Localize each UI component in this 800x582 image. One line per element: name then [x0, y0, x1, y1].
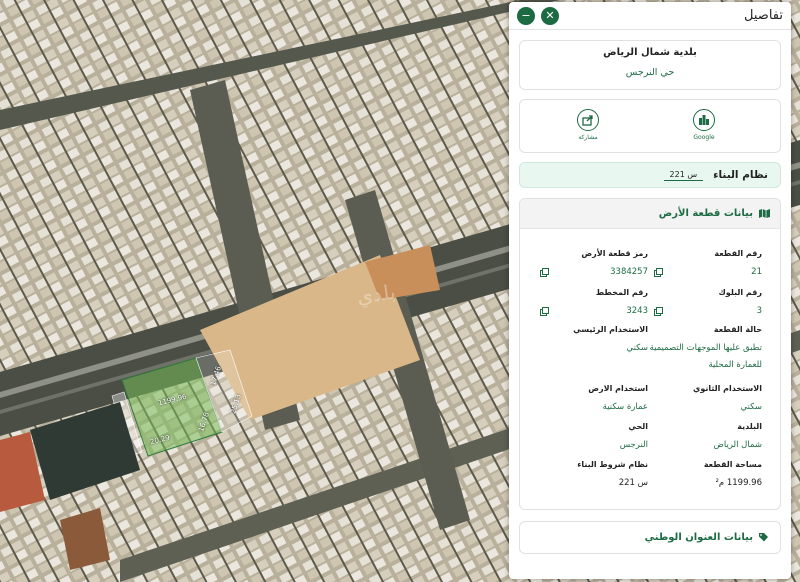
field-label: نظام شروط البناء	[577, 460, 648, 469]
copy-icon[interactable]	[540, 268, 549, 277]
plot-data-header[interactable]: بيانات قطعة الأرض	[520, 199, 780, 229]
field-plan-number: رقم المخطط 3243	[536, 288, 648, 316]
field-value: 3243	[626, 306, 648, 316]
field-label: الاستخدام الرئيسي	[573, 325, 648, 334]
copy-icon[interactable]	[654, 268, 663, 277]
tag-icon	[759, 533, 768, 542]
share-icon	[582, 115, 593, 126]
field-value: النرجس	[619, 440, 648, 450]
google-button[interactable]: Google	[684, 109, 724, 141]
copy-icon[interactable]	[654, 307, 663, 316]
building-system-label: نظام البناء	[713, 169, 768, 181]
field-value: سكني	[626, 343, 648, 353]
field-label: رقم القطعة	[714, 249, 762, 258]
field-district: الحي النرجس	[536, 422, 648, 450]
field-secondary-use: الاستخدام الثانوي سكني	[650, 384, 762, 412]
field-plot-number: رقم القطعة 21	[650, 249, 762, 277]
field-label: الحي	[628, 422, 648, 431]
minus-icon: −	[521, 9, 531, 22]
field-value: س 221	[618, 478, 648, 488]
municipality-card: بلدية شمال الرياض حي النرجس	[519, 40, 781, 90]
field-plot-status: حالة القطعة تطبق عليها الموجهات التصميمي…	[642, 325, 762, 374]
national-address-card[interactable]: بيانات العنوان الوطني	[519, 521, 781, 554]
details-panel: تفاصيل ✕ − بلدية شمال الرياض حي النرجس G…	[509, 2, 791, 579]
field-land-use: استخدام الارض عمارة سكنية	[536, 384, 648, 412]
municipality-name: بلدية شمال الرياض	[603, 47, 697, 58]
plot-data-card: بيانات قطعة الأرض رقم القطعة 21 رمز قطعة…	[519, 198, 781, 510]
field-municipality: البلدية شمال الرياض	[650, 422, 762, 450]
building-icon	[699, 115, 709, 125]
field-value: 3	[756, 306, 762, 316]
panel-header: تفاصيل ✕ −	[509, 2, 791, 30]
plot-data-title: بيانات قطعة الأرض	[658, 208, 753, 219]
field-value: 1199.96 م²	[715, 478, 762, 488]
field-main-use: الاستخدام الرئيسي سكني	[536, 325, 648, 353]
minimize-button[interactable]: −	[517, 6, 535, 25]
share-label: مشاركة	[578, 134, 598, 141]
google-label: Google	[693, 134, 715, 141]
field-value: 3384257	[610, 267, 648, 277]
field-area: مساحة القطعة 1199.96 م²	[650, 460, 762, 488]
district-name: حي النرجس	[625, 67, 675, 78]
field-label: رقم المخطط	[595, 288, 648, 297]
field-label: استخدام الارض	[588, 384, 648, 393]
field-label: الاستخدام الثانوي	[693, 384, 762, 393]
field-value: عمارة سكنية	[602, 402, 648, 412]
national-address-title: بيانات العنوان الوطني	[644, 532, 753, 543]
share-button[interactable]: مشاركة	[568, 109, 608, 141]
field-label: رقم البلوك	[718, 288, 762, 297]
field-label: رمز قطعة الأرض	[581, 249, 648, 258]
close-button[interactable]: ✕	[541, 6, 559, 25]
panel-title: تفاصيل	[744, 8, 783, 23]
field-label: البلدية	[737, 422, 762, 431]
close-icon: ✕	[545, 9, 555, 22]
field-value: شمال الرياض	[713, 440, 762, 450]
map-icon	[759, 209, 770, 218]
field-plot-code: رمز قطعة الأرض 3384257	[536, 249, 648, 277]
field-building-code: نظام شروط البناء س 221	[536, 460, 648, 488]
field-block-number: رقم البلوك 3	[650, 288, 762, 316]
field-label: حالة القطعة	[713, 325, 762, 334]
field-value: تطبق عليها الموجهات التصميمية للعمارة ال…	[649, 343, 762, 370]
copy-icon[interactable]	[540, 307, 549, 316]
building-system-value: س 221	[663, 170, 704, 181]
plot-fields: رقم القطعة 21 رمز قطعة الأرض 3384257 رقم…	[520, 229, 780, 509]
field-value: سكني	[740, 402, 762, 412]
field-value: 21	[751, 267, 762, 277]
field-label: مساحة القطعة	[703, 460, 762, 469]
building-system-card: نظام البناء س 221	[519, 162, 781, 188]
actions-card: Google مشاركة	[519, 99, 781, 153]
